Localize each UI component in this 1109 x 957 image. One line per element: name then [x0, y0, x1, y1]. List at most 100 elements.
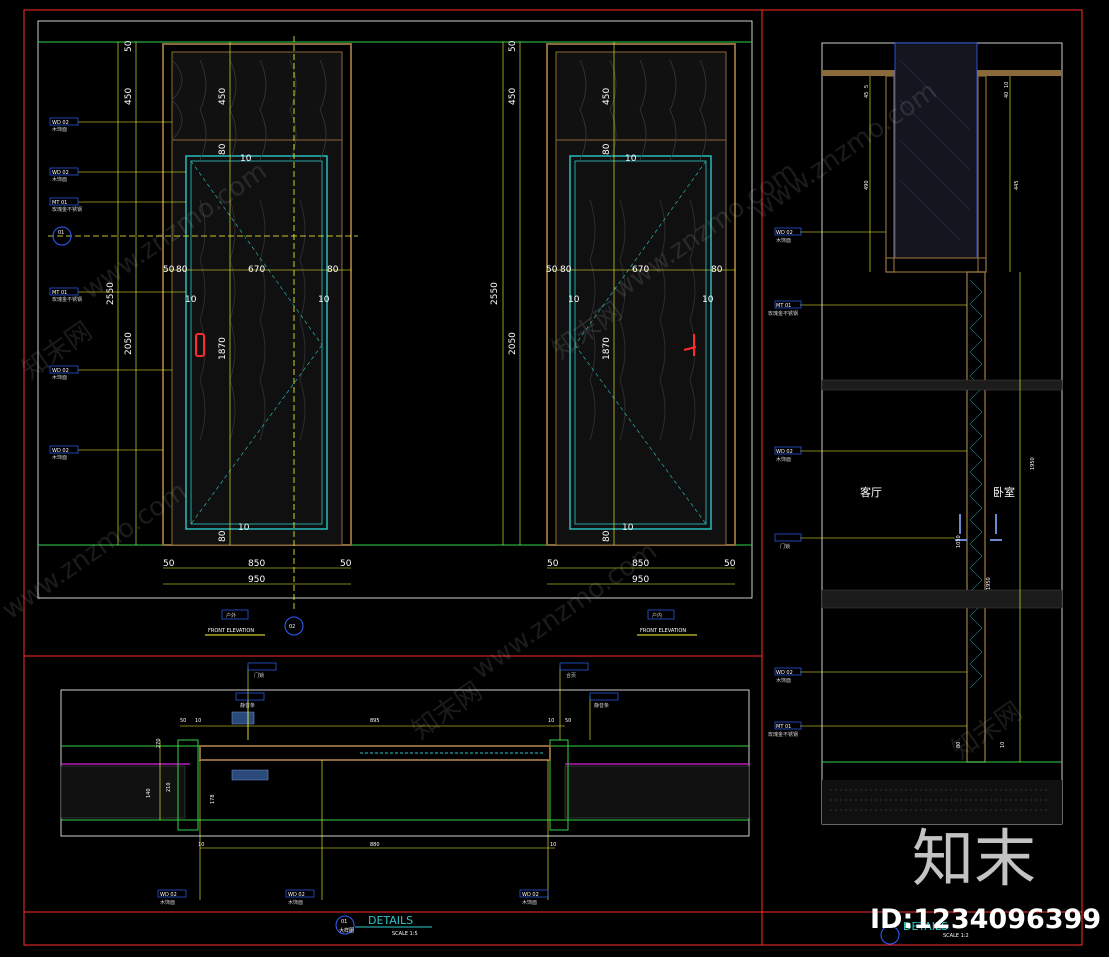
svg-text:5: 5	[864, 85, 870, 88]
svg-text:户内: 户内	[652, 612, 662, 619]
svg-text:880: 880	[370, 842, 380, 848]
svg-text:1950: 1950	[1030, 457, 1036, 470]
svg-text:玫瑰金不锈钢: 玫瑰金不锈钢	[768, 731, 798, 738]
svg-text:10: 10	[1004, 82, 1010, 88]
svg-text:WD 02: WD 02	[776, 449, 793, 455]
svg-text:10: 10	[238, 523, 250, 533]
svg-text:50: 50	[547, 559, 559, 569]
svg-text:知末网: 知末网	[407, 676, 488, 745]
svg-text:02: 02	[289, 624, 295, 630]
svg-text:www.znzmo.com: www.znzmo.com	[0, 476, 193, 626]
svg-text:SCALE 1:5: SCALE 1:5	[392, 931, 418, 937]
svg-text:670: 670	[248, 265, 265, 275]
svg-text:178: 178	[210, 794, 216, 804]
svg-text:2050: 2050	[124, 332, 134, 355]
svg-text:WD 02: WD 02	[776, 230, 793, 236]
svg-text:01: 01	[341, 919, 347, 925]
svg-text:MT 01: MT 01	[776, 303, 791, 309]
svg-text:140: 140	[146, 788, 152, 798]
svg-text:木饰面: 木饰面	[288, 899, 303, 906]
svg-text:木饰面: 木饰面	[52, 454, 67, 461]
svg-text:490: 490	[864, 180, 870, 190]
plan-title: 01 大样图 DETAILS SCALE 1:5	[335, 914, 432, 937]
svg-text:10: 10	[625, 154, 637, 164]
svg-text:950: 950	[248, 575, 265, 585]
svg-text:2050: 2050	[508, 332, 518, 355]
image-id: ID:1234096399	[870, 904, 1101, 935]
svg-text:270: 270	[156, 738, 162, 748]
svg-text:门锁: 门锁	[780, 543, 790, 550]
svg-text:FRONT ELEVATION: FRONT ELEVATION	[208, 628, 254, 634]
svg-text:10: 10	[198, 842, 204, 848]
svg-text:FRONT ELEVATION: FRONT ELEVATION	[640, 628, 686, 634]
svg-text:门锁: 门锁	[254, 672, 264, 679]
svg-text:MT 01: MT 01	[776, 724, 791, 730]
svg-text:木饰面: 木饰面	[52, 176, 67, 183]
svg-text:450: 450	[218, 88, 228, 105]
svg-text:80: 80	[327, 265, 339, 275]
svg-text:WD 02: WD 02	[52, 448, 69, 454]
svg-text:知末网: 知末网	[947, 696, 1028, 765]
elevation-titles: 户外 FRONT ELEVATION 户内 FRONT ELEVATION	[205, 609, 697, 636]
svg-text:50: 50	[724, 559, 736, 569]
svg-text:1870: 1870	[602, 337, 612, 360]
svg-text:10: 10	[702, 295, 714, 305]
svg-text:户外: 户外	[226, 612, 236, 619]
svg-text:80: 80	[176, 265, 188, 275]
svg-text:80: 80	[560, 265, 572, 275]
svg-text:玫瑰金不锈钢: 玫瑰金不锈钢	[52, 296, 82, 303]
svg-text:50: 50	[508, 40, 518, 52]
svg-text:450: 450	[124, 88, 134, 105]
svg-text:MT 01: MT 01	[52, 290, 67, 296]
svg-text:40: 40	[1004, 92, 1010, 98]
svg-text:50: 50	[163, 559, 175, 569]
svg-text:木饰面: 木饰面	[522, 899, 537, 906]
svg-text:木饰面: 木饰面	[776, 456, 791, 463]
svg-text:01: 01	[58, 230, 64, 236]
svg-text:2550: 2550	[490, 282, 500, 305]
cad-drawing: 50 450 2550 2050 450 80 1870 80 50 80 67…	[0, 9, 1101, 946]
svg-text:80: 80	[711, 265, 723, 275]
svg-text:10: 10	[318, 295, 330, 305]
svg-text:WD 02: WD 02	[288, 892, 305, 898]
svg-text:50: 50	[546, 265, 558, 275]
svg-text:50: 50	[340, 559, 352, 569]
svg-text:静音条: 静音条	[594, 702, 609, 709]
svg-text:80: 80	[218, 143, 228, 155]
svg-text:1050: 1050	[956, 535, 962, 548]
svg-text:10: 10	[195, 718, 201, 724]
svg-text:80: 80	[602, 143, 612, 155]
svg-text:1870: 1870	[218, 337, 228, 360]
svg-text:WD 02: WD 02	[160, 892, 177, 898]
svg-text:WD 02: WD 02	[522, 892, 539, 898]
svg-text:80: 80	[218, 530, 228, 542]
svg-text:80: 80	[602, 530, 612, 542]
brand-logo: 知末	[912, 822, 1036, 895]
svg-text:850: 850	[248, 559, 265, 569]
svg-text:50: 50	[180, 718, 186, 724]
svg-text:895: 895	[370, 718, 380, 724]
svg-text:50: 50	[124, 40, 134, 52]
svg-text:45: 45	[864, 92, 870, 98]
svg-text:210: 210	[166, 782, 172, 792]
svg-text:木饰面: 木饰面	[52, 126, 67, 133]
svg-text:MT 01: MT 01	[52, 200, 67, 206]
svg-text:450: 450	[508, 88, 518, 105]
svg-text:10: 10	[185, 295, 197, 305]
svg-text:玫瑰金不锈钢: 玫瑰金不锈钢	[52, 206, 82, 213]
svg-text:合页: 合页	[566, 672, 576, 679]
svg-text:10: 10	[622, 523, 634, 533]
svg-text:1950: 1950	[986, 577, 992, 590]
svg-text:WD 02: WD 02	[52, 120, 69, 126]
svg-text:客厅: 客厅	[860, 485, 882, 499]
svg-text:10: 10	[548, 718, 554, 724]
svg-text:玫瑰金不锈钢: 玫瑰金不锈钢	[768, 310, 798, 317]
svg-text:10: 10	[550, 842, 556, 848]
svg-text:木饰面: 木饰面	[160, 899, 175, 906]
svg-text:WD 02: WD 02	[52, 170, 69, 176]
svg-text:445: 445	[1014, 180, 1020, 190]
svg-text:50: 50	[163, 265, 175, 275]
svg-text:WD 02: WD 02	[776, 670, 793, 676]
svg-text:450: 450	[602, 88, 612, 105]
svg-text:50: 50	[565, 718, 571, 724]
